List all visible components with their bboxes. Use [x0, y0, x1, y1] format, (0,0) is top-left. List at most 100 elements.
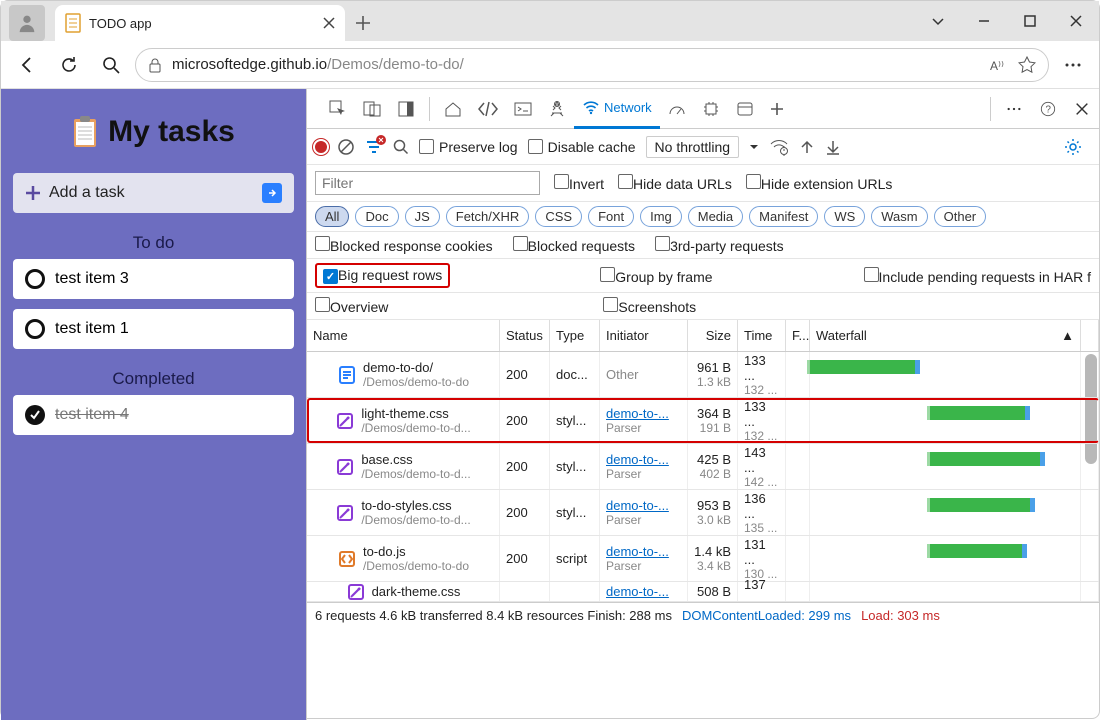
network-table-header[interactable]: Name Status Type Initiator Size Time F..… — [307, 320, 1099, 352]
tab-welcome[interactable] — [436, 89, 470, 129]
blocked-cookies-checkbox[interactable]: Blocked response cookies — [315, 236, 493, 254]
completed-heading: Completed — [13, 359, 294, 395]
type-chip[interactable]: JS — [405, 206, 440, 227]
type-chip[interactable]: Font — [588, 206, 634, 227]
close-window-button[interactable] — [1053, 1, 1099, 41]
col-name[interactable]: Name — [307, 320, 500, 351]
network-row[interactable]: to-do-styles.css/Demos/demo-to-d... 200 … — [307, 490, 1099, 536]
type-chip-all[interactable]: All — [315, 206, 349, 227]
minimize-button[interactable] — [961, 1, 1007, 41]
invert-checkbox[interactable]: Invert — [554, 174, 604, 192]
hide-data-urls-checkbox[interactable]: Hide data URLs — [618, 174, 732, 192]
type-chip[interactable]: CSS — [535, 206, 582, 227]
throttling-caret-icon[interactable] — [749, 142, 759, 152]
hide-ext-urls-checkbox[interactable]: Hide extension URLs — [746, 174, 893, 192]
task-item-done[interactable]: test item 4 — [13, 395, 294, 435]
group-by-frame-checkbox[interactable]: Group by frame — [600, 267, 712, 285]
overview-checkbox[interactable]: Overview — [315, 297, 388, 315]
network-row[interactable]: light-theme.css/Demos/demo-to-d... 200 s… — [307, 398, 1099, 444]
network-row[interactable]: base.css/Demos/demo-to-d... 200 styl... … — [307, 444, 1099, 490]
dock-button[interactable] — [389, 89, 423, 129]
preserve-log-checkbox[interactable]: Preserve log — [419, 139, 518, 155]
clear-button[interactable] — [337, 138, 355, 156]
options-row-3: Overview Screenshots — [307, 293, 1099, 320]
read-aloud-icon[interactable]: A⁾⁾ — [990, 56, 1008, 74]
network-toolbar: Preserve log Disable cache No throttling — [307, 129, 1099, 165]
help-button[interactable]: ? — [1031, 91, 1065, 127]
sort-asc-icon: ▲ — [1061, 328, 1074, 343]
tab-memory[interactable] — [694, 89, 728, 129]
tab-network[interactable]: Network — [574, 89, 660, 129]
network-conditions-button[interactable] — [769, 138, 789, 156]
window-controls — [915, 1, 1099, 41]
demo-page: My tasks Add a task To do test item 3 te… — [1, 89, 306, 720]
checked-icon[interactable] — [25, 405, 45, 425]
add-task-button[interactable]: Add a task — [13, 173, 294, 213]
type-chip[interactable]: Wasm — [871, 206, 927, 227]
type-chip[interactable]: Img — [640, 206, 682, 227]
more-tools-button[interactable] — [997, 91, 1031, 127]
browser-tab[interactable]: TODO app — [55, 5, 345, 41]
blocked-requests-checkbox[interactable]: Blocked requests — [513, 236, 635, 254]
new-tab-button[interactable] — [345, 5, 381, 41]
network-settings-button[interactable] — [1055, 129, 1091, 165]
tabs-dropdown-button[interactable] — [915, 1, 961, 41]
tab-elements[interactable] — [470, 89, 506, 129]
unchecked-icon[interactable] — [25, 269, 45, 289]
close-tab-icon[interactable] — [323, 17, 335, 29]
favorite-icon[interactable] — [1018, 56, 1036, 74]
maximize-button[interactable] — [1007, 1, 1053, 41]
filter-input[interactable] — [315, 171, 540, 195]
type-chip[interactable]: Doc — [355, 206, 398, 227]
todo-heading: To do — [13, 223, 294, 259]
network-row[interactable]: to-do.js/Demos/demo-to-do 200 script dem… — [307, 536, 1099, 582]
close-devtools-button[interactable] — [1065, 91, 1099, 127]
inspect-button[interactable] — [321, 89, 355, 129]
tab-network-label: Network — [604, 100, 652, 115]
svg-text:A⁾⁾: A⁾⁾ — [990, 59, 1004, 73]
tab-add[interactable] — [762, 89, 792, 129]
col-type[interactable]: Type — [550, 320, 600, 351]
clipboard-icon — [72, 116, 98, 148]
url-box[interactable]: microsoftedge.github.io/Demos/demo-to-do… — [135, 48, 1049, 82]
network-row[interactable]: demo-to-do//Demos/demo-to-do 200 doc... … — [307, 352, 1099, 398]
col-fulfilled[interactable]: F... — [786, 320, 810, 351]
throttling-select[interactable]: No throttling — [646, 136, 739, 158]
tab-console[interactable] — [506, 89, 540, 129]
include-pending-har-checkbox[interactable]: Include pending requests in HAR f — [864, 267, 1091, 285]
search-button[interactable] — [393, 139, 409, 155]
big-request-rows-checkbox[interactable]: Big request rows — [323, 267, 442, 283]
screenshots-checkbox[interactable]: Screenshots — [603, 297, 696, 315]
filter-bar: Invert Hide data URLs Hide extension URL… — [307, 165, 1099, 202]
refresh-button[interactable] — [51, 47, 87, 83]
tab-sources[interactable] — [540, 89, 574, 129]
network-table-body[interactable]: ▴ demo-to-do//Demos/demo-to-do 200 doc..… — [307, 352, 1099, 602]
tab-application[interactable] — [728, 89, 762, 129]
menu-button[interactable] — [1055, 47, 1091, 83]
disable-cache-checkbox[interactable]: Disable cache — [528, 139, 636, 155]
type-chip[interactable]: Media — [688, 206, 743, 227]
col-initiator[interactable]: Initiator — [600, 320, 688, 351]
upload-har-button[interactable] — [799, 139, 815, 155]
download-har-button[interactable] — [825, 139, 841, 155]
device-button[interactable] — [355, 89, 389, 129]
network-row[interactable]: dark-theme.css demo-to-... 508 B 137 ... — [307, 582, 1099, 602]
record-button[interactable] — [315, 141, 327, 153]
filter-toggle-button[interactable] — [365, 138, 383, 156]
profile-button[interactable] — [9, 5, 45, 41]
unchecked-icon[interactable] — [25, 319, 45, 339]
back-button[interactable] — [9, 47, 45, 83]
col-status[interactable]: Status — [500, 320, 550, 351]
col-time[interactable]: Time — [738, 320, 786, 351]
tab-performance[interactable] — [660, 89, 694, 129]
third-party-checkbox[interactable]: 3rd-party requests — [655, 236, 784, 254]
type-chip[interactable]: WS — [824, 206, 865, 227]
task-item[interactable]: test item 1 — [13, 309, 294, 349]
type-chip[interactable]: Fetch/XHR — [446, 206, 530, 227]
col-size[interactable]: Size — [688, 320, 738, 351]
task-item[interactable]: test item 3 — [13, 259, 294, 299]
col-waterfall[interactable]: Waterfall▲ — [810, 320, 1081, 351]
type-chip[interactable]: Manifest — [749, 206, 818, 227]
search-button-left[interactable] — [93, 47, 129, 83]
type-chip[interactable]: Other — [934, 206, 987, 227]
